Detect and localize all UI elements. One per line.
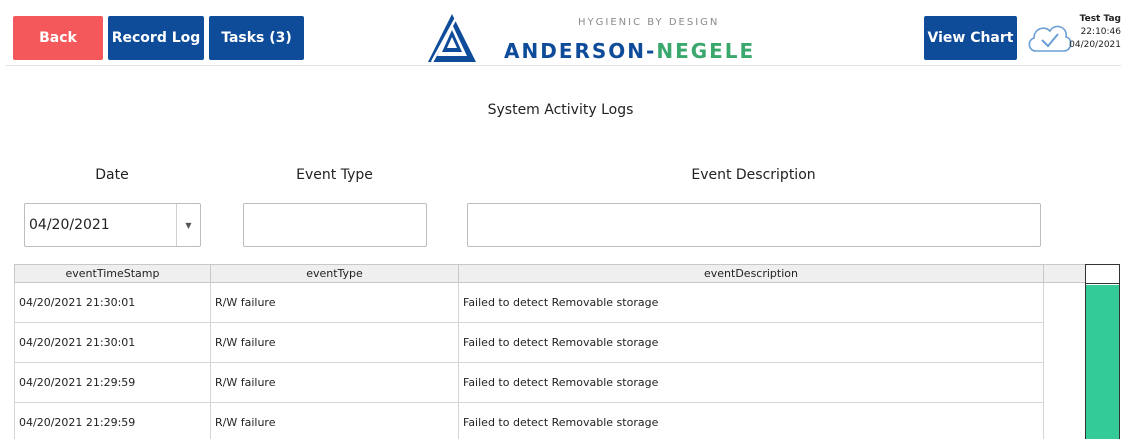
table-row[interactable]: 04/20/2021 21:30:01 R/W failure Failed t… <box>14 283 1044 323</box>
cell-event-type: R/W failure <box>211 283 459 322</box>
view-chart-button[interactable]: View Chart <box>924 16 1017 60</box>
column-header-timestamp[interactable]: eventTimeStamp <box>15 265 211 282</box>
scroll-up-button[interactable] <box>1086 265 1119 284</box>
table-row[interactable]: 04/20/2021 21:29:59 R/W failure Failed t… <box>14 403 1044 439</box>
cell-event-type: R/W failure <box>211 403 459 439</box>
tag-date: 04/20/2021 <box>1069 40 1121 50</box>
tag-info: Test Tag 22:10:46 04/20/2021 <box>1061 13 1121 52</box>
page-title: System Activity Logs <box>487 102 634 118</box>
table-scrollbar[interactable] <box>1085 264 1120 439</box>
logo-wordmark: ANDERSON-NEGELE <box>504 39 755 63</box>
cell-timestamp: 04/20/2021 21:30:01 <box>15 283 211 322</box>
back-button[interactable]: Back <box>13 16 103 60</box>
logo-wordmark-part1: ANDERSON- <box>504 39 657 63</box>
tag-time: 22:10:46 <box>1080 27 1121 37</box>
event-type-input[interactable] <box>243 203 427 247</box>
date-label: Date <box>95 167 129 183</box>
cell-timestamp: 04/20/2021 21:29:59 <box>15 363 211 402</box>
cell-timestamp: 04/20/2021 21:30:01 <box>15 323 211 362</box>
app-header: Back Record Log Tasks (3) HYGIENIC BY DE… <box>6 6 1121 66</box>
cell-event-type: R/W failure <box>211 363 459 402</box>
scroll-thumb[interactable] <box>1086 285 1119 439</box>
chevron-down-icon[interactable]: ▼ <box>176 204 200 246</box>
record-log-button[interactable]: Record Log <box>108 16 204 60</box>
cell-timestamp: 04/20/2021 21:29:59 <box>15 403 211 439</box>
tag-name: Test Tag <box>1079 14 1121 24</box>
event-description-input[interactable] <box>467 203 1041 247</box>
table-header: eventTimeStamp eventType eventDescriptio… <box>14 264 1044 283</box>
cell-event-type: R/W failure <box>211 323 459 362</box>
event-description-label: Event Description <box>691 167 816 183</box>
cell-event-description: Failed to detect Removable storage <box>463 376 659 389</box>
anderson-negele-logo-icon <box>428 14 476 63</box>
column-header-event-description[interactable]: eventDescription <box>459 265 1043 282</box>
cell-event-description: Failed to detect Removable storage <box>463 296 659 309</box>
cell-event-description: Failed to detect Removable storage <box>463 336 659 349</box>
logo-wordmark-part2: NEGELE <box>656 39 756 63</box>
column-header-event-type[interactable]: eventType <box>211 265 459 282</box>
date-select[interactable]: 04/20/2021 ▼ <box>24 203 201 247</box>
event-type-label: Event Type <box>296 167 373 183</box>
date-value: 04/20/2021 <box>29 217 110 233</box>
tasks-button[interactable]: Tasks (3) <box>209 16 304 60</box>
cell-event-description: Failed to detect Removable storage <box>463 416 659 429</box>
table-header-filler <box>1044 264 1086 283</box>
logo-tagline: HYGIENIC BY DESIGN <box>578 17 720 28</box>
table-row[interactable]: 04/20/2021 21:30:01 R/W failure Failed t… <box>14 323 1044 363</box>
table-row[interactable]: 04/20/2021 21:29:59 R/W failure Failed t… <box>14 363 1044 403</box>
activity-log-table: eventTimeStamp eventType eventDescriptio… <box>14 264 1044 439</box>
